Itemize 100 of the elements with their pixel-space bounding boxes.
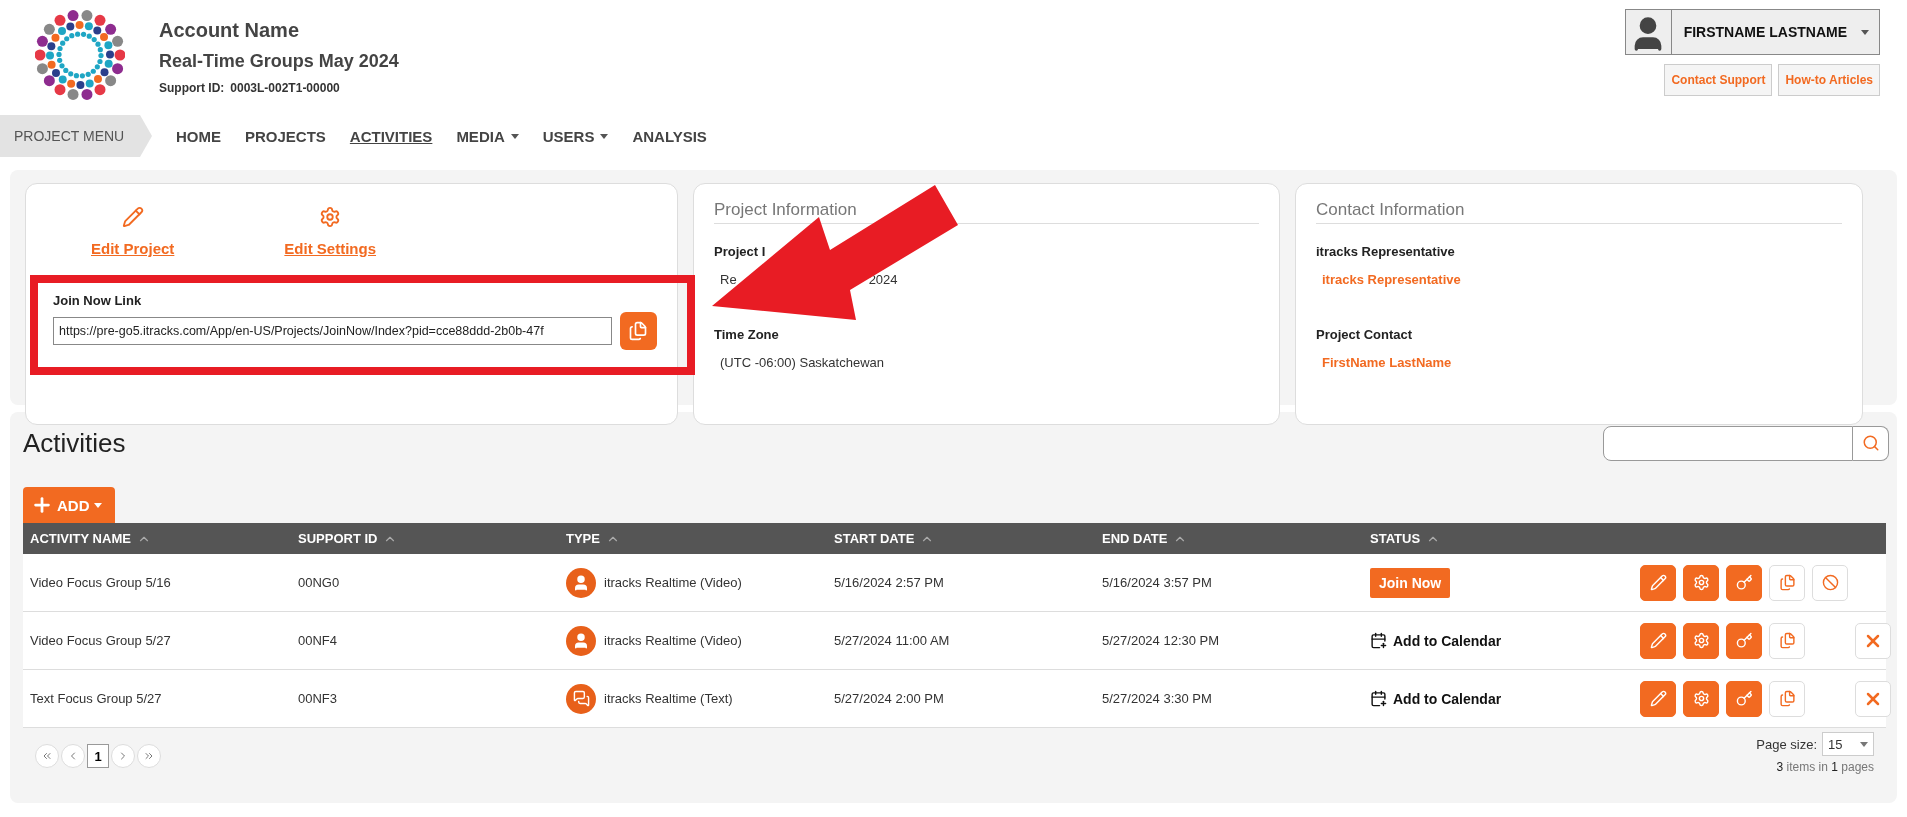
items-summary: 3 items in 1 pages [1776,760,1874,774]
join-link-label: Join Now Link [53,293,143,308]
pencil-icon [121,206,144,228]
last-page-button[interactable] [137,744,161,768]
person-icon [566,567,596,598]
type-text: itracks Realtime (Text) [604,691,733,706]
last-page-icon [143,750,155,762]
column-header[interactable]: END DATE [1102,531,1168,546]
table-cell-text: 00NG0 [297,575,341,590]
delete-button[interactable] [1855,680,1891,717]
contact-name: itracks Representative [1322,272,1461,287]
project-menu-tag[interactable]: PROJECT MENU [0,115,152,157]
copy-button[interactable] [1769,564,1805,601]
settings-button[interactable] [1683,622,1719,659]
type-text: itracks Realtime (Video) [604,575,742,590]
card-title: Project Information [714,200,857,219]
search-button[interactable] [1853,425,1889,461]
disable-button[interactable] [1812,564,1848,601]
edit-button[interactable] [1640,680,1676,717]
column-header[interactable]: STATUS [1370,531,1421,546]
field-label: itracks Representative [1316,244,1455,259]
calendar-icon [1370,632,1387,649]
calendar-icon [1370,690,1387,707]
key-button[interactable] [1726,680,1762,717]
type-text: itracks Realtime (Video) [604,633,742,648]
field-value: (UTC -06:00) Saskatchewan [720,355,884,370]
key-icon [1735,632,1753,649]
delete-button[interactable] [1855,622,1891,659]
settings-icon [1692,632,1710,649]
add-to-calendar-link[interactable]: Add to Calendar [1370,632,1502,649]
search-field[interactable] [1603,425,1853,461]
nav-item[interactable]: PROJECTS [245,127,326,145]
edit-button[interactable] [1640,564,1676,601]
field-label: Project Contact [1316,327,1413,342]
field-label: Project I [714,244,766,259]
table-cell-text: 5/27/2024 11:00 AM [833,633,951,648]
page-size-label: Page size: [1756,736,1817,752]
column-header[interactable]: SUPPORT ID [298,531,378,546]
contact-name: FirstName LastName [1322,355,1452,370]
pencil-icon [1649,574,1667,591]
settings-button[interactable] [1683,564,1719,601]
pencil-icon [1649,690,1667,707]
first-page-button[interactable] [35,744,59,768]
edit-button[interactable] [1640,622,1676,659]
chat-icon [566,683,596,714]
table-cell-text: Text Focus Group 5/27 [29,691,163,706]
field-value: Re [720,272,737,287]
add-to-calendar-link[interactable]: Add to Calendar [1370,690,1502,707]
project-name: Real-Time Groups May 2024 [159,51,399,73]
copy-icon [1778,632,1796,649]
copy-button[interactable] [1769,680,1805,717]
column-header[interactable]: START DATE [834,531,915,546]
ban-icon [1821,574,1839,591]
copy-button[interactable] [1769,622,1805,659]
search-icon [1861,434,1880,452]
settings-button[interactable] [1683,680,1719,717]
gear-icon [319,206,342,228]
copy-icon [1778,690,1796,707]
previous-page-button[interactable] [61,744,85,768]
table-cell-text: 5/16/2024 3:57 PM [1101,575,1213,590]
caret-icon [1861,29,1869,35]
card-title: Contact Information [1316,200,1465,219]
caret-icon [1860,741,1868,747]
page-size-select[interactable]: 15 [1822,732,1874,756]
copy-icon [1778,574,1796,591]
table-cell-text: 5/27/2024 2:00 PM [833,691,945,706]
nav-item[interactable]: MEDIA [456,127,519,145]
support-id: 0003L-002T1-00000 [230,81,340,95]
copy-icon [628,321,649,341]
key-button[interactable] [1726,622,1762,659]
logo-icon [35,10,125,100]
column-header[interactable]: TYPE [566,531,600,546]
table-cell-text: 00NF4 [297,633,339,648]
key-icon [1735,574,1753,591]
join-link-field[interactable]: https://pre-go5.itracks.com/App/en-US/Projects/JoinNow/Index?pid=cce88ddd-2b0b-47f [53,317,612,345]
caret-icon [93,502,102,508]
table-cell-text: Video Focus Group 5/27 [29,633,172,648]
nav-item[interactable]: ACTIVITIES [349,127,433,145]
table-cell-text: 5/27/2024 12:30 PM [1101,633,1221,648]
support-id-label: Support ID: [159,81,225,95]
nav-item[interactable]: HOME [176,127,221,145]
user-menu-button[interactable]: FIRSTNAME LASTNAME [1624,9,1880,55]
first-page-icon [41,750,53,762]
plus-icon [31,494,53,516]
table-cell-text: 5/16/2024 2:57 PM [833,575,945,590]
pencil-icon [1649,632,1667,649]
section-title: Activities [23,427,126,459]
person-icon [566,625,596,656]
key-icon [1735,690,1753,707]
table-cell-text: 00NF3 [297,691,339,706]
field-value: 2024 [868,272,898,287]
field-label: Time Zone [714,327,779,342]
nav-item[interactable]: ANALYSIS [632,127,707,145]
column-header[interactable]: ACTIVITY NAME [30,531,131,546]
nav-item[interactable]: USERS [542,127,609,145]
key-button[interactable] [1726,564,1762,601]
copy-button[interactable] [619,312,657,350]
table-cell-text: Video Focus Group 5/16 [29,575,172,590]
page-number[interactable]: 1 [87,744,109,768]
settings-icon [1692,690,1710,707]
